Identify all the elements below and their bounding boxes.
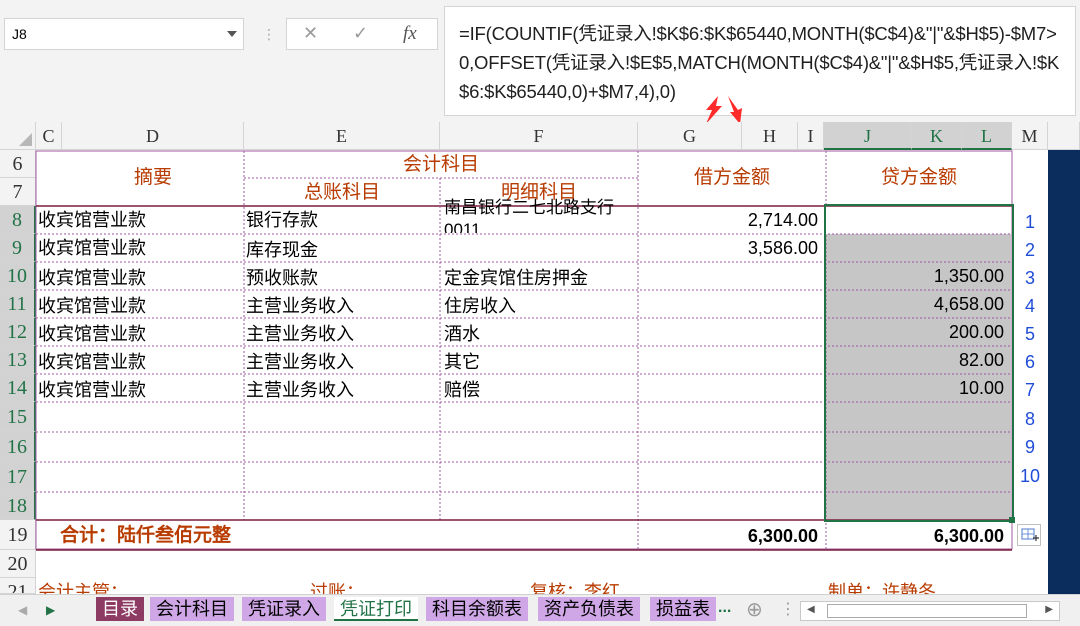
cell-detail-account[interactable]: 其它 bbox=[444, 348, 636, 376]
cell-summary[interactable]: 收宾馆营业款 bbox=[38, 376, 242, 404]
cell-credit[interactable]: 10.00 bbox=[826, 374, 1012, 402]
cancel-icon[interactable]: ✕ bbox=[303, 23, 318, 44]
sequence-number: 4 bbox=[1024, 296, 1035, 316]
tab-directory[interactable]: 目录 bbox=[96, 597, 144, 621]
prev-sheet-icon[interactable]: ◀ bbox=[18, 603, 27, 617]
sequence-number: 6 bbox=[1024, 352, 1035, 372]
sequence-number: 1 bbox=[1024, 212, 1035, 232]
header-summary: 摘要 bbox=[133, 167, 172, 188]
footer-review: 复核：李红 bbox=[530, 582, 620, 594]
more-tabs[interactable]: ... bbox=[718, 599, 731, 617]
cell-summary[interactable]: 收宾馆营业款 bbox=[38, 348, 242, 376]
sequence-number: 2 bbox=[1024, 240, 1035, 260]
select-all-corner[interactable] bbox=[0, 122, 36, 150]
tab-income-statement[interactable]: 损益表 bbox=[650, 597, 716, 621]
column-header-n[interactable] bbox=[1048, 122, 1080, 150]
horizontal-scrollbar[interactable]: ◀ ▶ bbox=[800, 601, 1060, 621]
sequence-number: 9 bbox=[1024, 437, 1035, 457]
sheet-tab-bar: ◀ ▶ 目录 会计科目 凭证录入 凭证打印 科目余额表 资产负债表 损益表 ..… bbox=[0, 594, 1080, 626]
side-panel-strip bbox=[1048, 150, 1080, 594]
formula-bar-area: J8 ⋮ ✕ ✓ fx =IF(COUNTIF(凭证录入!$K$6:$K$654… bbox=[0, 0, 1080, 124]
scroll-left-icon[interactable]: ◀ bbox=[807, 604, 815, 615]
tab-split-handle-icon[interactable]: ⋮ bbox=[780, 599, 796, 619]
total-credit[interactable]: 6,300.00 bbox=[826, 522, 1012, 550]
tab-accounts[interactable]: 会计科目 bbox=[150, 597, 234, 621]
total-debit[interactable]: 6,300.00 bbox=[638, 522, 826, 550]
header-debit: 借方金额 bbox=[693, 167, 770, 188]
sequence-number: 7 bbox=[1024, 380, 1035, 400]
column-header-c[interactable]: C bbox=[36, 122, 62, 150]
column-header-k[interactable]: K bbox=[912, 122, 962, 150]
cell-general-account[interactable]: 主营业务收入 bbox=[246, 376, 438, 404]
cell-detail-account[interactable]: 赔偿 bbox=[444, 376, 636, 404]
header-general-account: 总账科目 bbox=[303, 182, 380, 203]
cell-detail-account[interactable]: 定金宾馆住房押金 bbox=[444, 264, 636, 292]
name-box[interactable]: J8 bbox=[4, 18, 244, 50]
sequence-number: 8 bbox=[1024, 409, 1035, 429]
cell-detail-account[interactable]: 南昌银行二七北路支行0011 bbox=[444, 197, 636, 233]
cell-debit[interactable]: 2,714.00 bbox=[638, 206, 826, 234]
cell-summary[interactable]: 收宾馆营业款 bbox=[38, 320, 242, 348]
cell-credit[interactable]: 82.00 bbox=[826, 346, 1012, 374]
cell-detail-account[interactable]: 酒水 bbox=[444, 320, 636, 348]
total-label[interactable]: 合计：陆仟叁佰元整 bbox=[60, 522, 620, 550]
enter-icon[interactable]: ✓ bbox=[353, 23, 368, 44]
tab-balance-sheet[interactable]: 资产负债表 bbox=[538, 597, 640, 621]
formula-text: =IF(COUNTIF(凭证录入!$K$6:$K$65440,MONTH($C$… bbox=[459, 23, 1060, 102]
cell-credit[interactable]: 200.00 bbox=[826, 318, 1012, 346]
scroll-right-icon[interactable]: ▶ bbox=[1045, 604, 1053, 615]
cell-summary[interactable]: 收宾馆营业款 bbox=[38, 292, 242, 320]
tab-voucher-entry[interactable]: 凭证录入 bbox=[242, 597, 326, 621]
insert-function-icon[interactable]: fx bbox=[403, 23, 417, 45]
next-sheet-icon[interactable]: ▶ bbox=[46, 603, 55, 617]
column-header-i[interactable]: I bbox=[798, 122, 824, 150]
column-header-d[interactable]: D bbox=[62, 122, 244, 150]
footer-preparer: 制单：许静冬 bbox=[828, 582, 936, 594]
cell-general-account[interactable]: 主营业务收入 bbox=[246, 320, 438, 348]
tab-voucher-print[interactable]: 凭证打印 bbox=[334, 597, 418, 621]
column-header-j[interactable]: J bbox=[824, 122, 912, 150]
column-header-l[interactable]: L bbox=[962, 122, 1012, 150]
cell-summary[interactable]: 收宾馆营业款 bbox=[38, 234, 242, 262]
formula-buttons: ✕ ✓ fx bbox=[286, 18, 438, 50]
cell-detail-account[interactable]: 住房收入 bbox=[444, 292, 636, 320]
footer-supervisor: 会计主管： bbox=[38, 582, 128, 594]
column-header-m[interactable]: M bbox=[1012, 122, 1048, 150]
scrollbar-thumb[interactable] bbox=[827, 604, 1027, 618]
column-header-e[interactable]: E bbox=[244, 122, 440, 150]
column-header-h[interactable]: H bbox=[742, 122, 798, 150]
quick-analysis-icon[interactable] bbox=[1017, 524, 1041, 546]
footer-posting: 过账： bbox=[310, 582, 364, 594]
header-credit: 贷方金额 bbox=[880, 167, 957, 188]
column-header-g[interactable]: G bbox=[638, 122, 742, 150]
tab-balance[interactable]: 科目余额表 bbox=[426, 597, 528, 621]
drag-handle-icon[interactable]: ⋮ bbox=[262, 26, 276, 42]
cell-summary[interactable]: 收宾馆营业款 bbox=[38, 206, 242, 234]
cell-summary[interactable]: 收宾馆营业款 bbox=[38, 264, 242, 292]
chevron-down-icon[interactable] bbox=[227, 31, 237, 37]
formula-input[interactable]: =IF(COUNTIF(凭证录入!$K$6:$K$65440,MONTH($C$… bbox=[444, 6, 1076, 116]
sequence-number: 10 bbox=[1019, 466, 1041, 486]
cell-credit[interactable]: 1,350.00 bbox=[826, 262, 1012, 290]
name-box-value: J8 bbox=[12, 26, 27, 42]
add-sheet-icon[interactable]: ⊕ bbox=[746, 597, 763, 622]
column-header-f[interactable]: F bbox=[440, 122, 638, 150]
cell-credit[interactable]: 4,658.00 bbox=[826, 290, 1012, 318]
cell-general-account[interactable]: 银行存款 bbox=[246, 206, 438, 234]
cell-general-account[interactable]: 主营业务收入 bbox=[246, 292, 438, 320]
cell-general-account[interactable]: 库存现金 bbox=[246, 236, 438, 264]
sequence-number: 3 bbox=[1024, 268, 1035, 288]
cell-general-account[interactable]: 预收账款 bbox=[246, 264, 438, 292]
cell-general-account[interactable]: 主营业务收入 bbox=[246, 348, 438, 376]
cell-debit[interactable]: 3,586.00 bbox=[638, 234, 826, 262]
sequence-number: 5 bbox=[1024, 324, 1035, 344]
header-account: 会计科目 bbox=[402, 154, 479, 175]
